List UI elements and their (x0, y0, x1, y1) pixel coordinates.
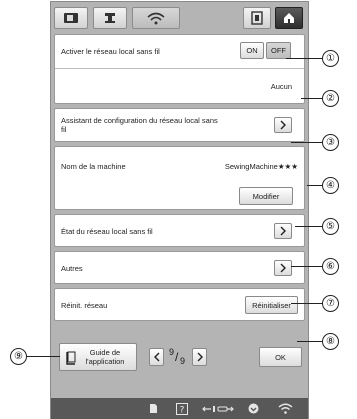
callout-4: ④ (322, 177, 339, 194)
callout-line-5 (295, 226, 323, 227)
ok-button[interactable]: OK (259, 347, 302, 367)
callout-3: ③ (322, 134, 339, 151)
wlan-status-panel: État du réseau local sans fil (54, 214, 305, 247)
pressure-foot-icon[interactable] (247, 402, 259, 415)
reset-label: Réinit. réseau (61, 301, 108, 310)
others-label: Autres (61, 264, 83, 273)
machine-name-value: SewingMachine★★★ (224, 162, 298, 171)
wifi-status-icon[interactable] (277, 402, 293, 415)
sewing-settings-icon (64, 13, 78, 23)
reset-panel: Réinit. réseau Réinitialiser (54, 288, 305, 321)
callout-8: ⑧ (322, 333, 339, 350)
wlan-wizard-button[interactable] (274, 117, 292, 133)
wlan-off-button[interactable]: OFF (266, 42, 291, 59)
status-bar: ? (51, 398, 308, 419)
others-panel: Autres (54, 251, 305, 284)
callout-line-2 (301, 98, 323, 99)
wlan-wizard-panel: Assistant de configuration du réseau loc… (54, 108, 305, 142)
machine-settings-icon (105, 13, 115, 23)
tab-frame[interactable] (243, 7, 271, 29)
callout-line-7 (291, 303, 323, 304)
app-guide-label: Guide de l'application (85, 348, 125, 366)
wlan-status-button[interactable] (274, 223, 292, 239)
wlan-network-value: Aucun (270, 82, 292, 91)
settings-tab-bar (54, 7, 305, 29)
callout-line-9 (26, 356, 60, 357)
svg-text:?: ? (179, 405, 184, 415)
wifi-icon (147, 12, 165, 24)
callout-line-3 (291, 142, 323, 143)
page-next-button[interactable] (192, 348, 207, 366)
wlan-wizard-label: Assistant de configuration du réseau loc… (61, 116, 218, 134)
wlan-settings-screen: Activer le réseau local sans fil ON OFF … (50, 1, 309, 419)
callout-1: ① (322, 50, 339, 67)
help-icon[interactable]: ? (175, 402, 188, 415)
home-icon (284, 13, 294, 23)
chevron-right-icon (197, 352, 203, 362)
thread-tension-icon[interactable] (201, 402, 235, 415)
tab-sewing-settings[interactable] (54, 7, 88, 29)
callout-line-8 (297, 341, 323, 342)
callout-6: ⑥ (322, 258, 339, 275)
page-slash: / (175, 350, 179, 364)
machine-name-panel: Nom de la machine SewingMachine★★★ Modif… (54, 146, 305, 210)
callout-line-1 (286, 58, 323, 59)
app-guide-button[interactable]: Guide de l'application (59, 343, 137, 371)
guide-book-icon (66, 351, 76, 365)
callout-line-6 (291, 266, 323, 267)
callout-2: ② (322, 90, 339, 107)
wlan-enable-label: Activer le réseau local sans fil (61, 47, 160, 56)
page-prev-button[interactable] (149, 348, 164, 366)
modify-button[interactable]: Modifier (239, 187, 293, 205)
wlan-status-label: État du réseau local sans fil (61, 227, 153, 236)
callout-5: ⑤ (322, 218, 339, 235)
frame-icon (251, 11, 263, 25)
wlan-enable-panel: Activer le réseau local sans fil ON OFF … (54, 34, 305, 104)
chevron-left-icon (153, 352, 159, 362)
callout-9: ⑨ (10, 348, 27, 365)
panel-divider (55, 68, 304, 69)
chevron-right-icon (280, 120, 286, 130)
chevron-right-icon (280, 226, 286, 236)
callout-7: ⑦ (322, 295, 339, 312)
page-current: 9 (169, 347, 175, 357)
document-icon[interactable] (148, 402, 159, 415)
tab-wlan[interactable] (132, 7, 180, 29)
others-button[interactable] (274, 260, 292, 276)
page-indicator: 9 / 9 (166, 347, 190, 367)
machine-name-label: Nom de la machine (61, 162, 126, 171)
page-total: 9 (180, 356, 186, 366)
chevron-right-icon (280, 263, 286, 273)
callout-line-4 (307, 185, 323, 186)
wlan-on-button[interactable]: ON (240, 42, 264, 59)
reset-button[interactable]: Réinitialiser (245, 296, 298, 314)
tab-machine-settings[interactable] (93, 7, 127, 29)
tab-home[interactable] (275, 7, 303, 29)
